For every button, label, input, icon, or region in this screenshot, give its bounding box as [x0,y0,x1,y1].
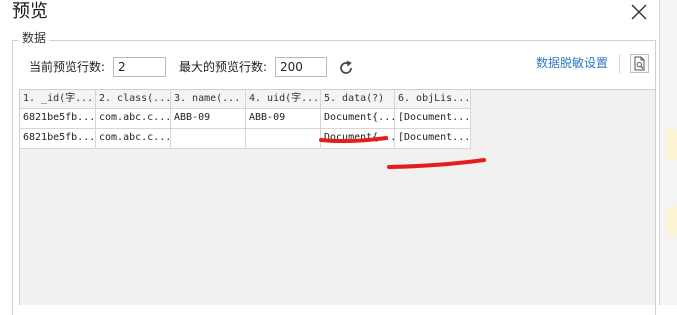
column-header-name[interactable]: 3. name(... [171,90,246,109]
current-rows-input[interactable] [113,57,166,77]
max-rows-input[interactable] [275,57,327,77]
document-preview-icon [634,56,645,71]
table-cell[interactable] [171,129,246,149]
table-cell[interactable]: com.abc.c... [96,129,171,149]
refresh-button[interactable] [336,58,356,78]
data-masking-settings-link[interactable]: 数据脱敏设置 [536,54,608,72]
table-cell[interactable]: [Document... [395,109,471,129]
background-window-edge [659,0,677,305]
column-header-objlist[interactable]: 6. objLis... [395,90,471,109]
table-cell[interactable]: [Document... [395,129,471,149]
close-button[interactable] [628,0,650,24]
table-cell[interactable]: Document{... [321,129,395,149]
background-highlight [666,130,677,160]
close-icon [631,4,647,20]
window-title: 预览 [12,1,48,22]
data-group-label: 数据 [19,30,50,46]
document-preview-button[interactable] [630,54,649,73]
column-header-class[interactable]: 2. class(... [96,90,171,109]
column-header-id[interactable]: 1. _id(字... [20,90,96,109]
table-cell[interactable]: ABB-09 [171,109,246,129]
column-header-uid[interactable]: 4. uid(字... [246,90,321,109]
preview-window: 预览 数据 当前预览行数: 最大的预览行数: 数据脱敏设置 [0,0,677,315]
column-header-data[interactable]: 5. data(?) [321,90,395,109]
table-cell[interactable]: 6821be5fb... [20,129,96,149]
current-rows-label: 当前预览行数: [29,60,106,74]
table-cell[interactable]: ABB-09 [246,109,321,129]
table-cell[interactable] [246,129,321,149]
background-highlight [666,206,677,236]
refresh-icon [340,60,352,74]
max-rows-label: 最大的预览行数: [179,60,268,74]
table-cell[interactable]: Document{... [321,109,395,129]
table-cell[interactable]: 6821be5fb... [20,109,96,129]
data-grid[interactable]: 1. _id(字... 2. class(... 3. name(... 4. … [19,89,656,305]
toolbar-divider [619,54,620,74]
table-cell[interactable]: com.abc.c... [96,109,171,129]
title-bar: 预览 [0,0,677,26]
